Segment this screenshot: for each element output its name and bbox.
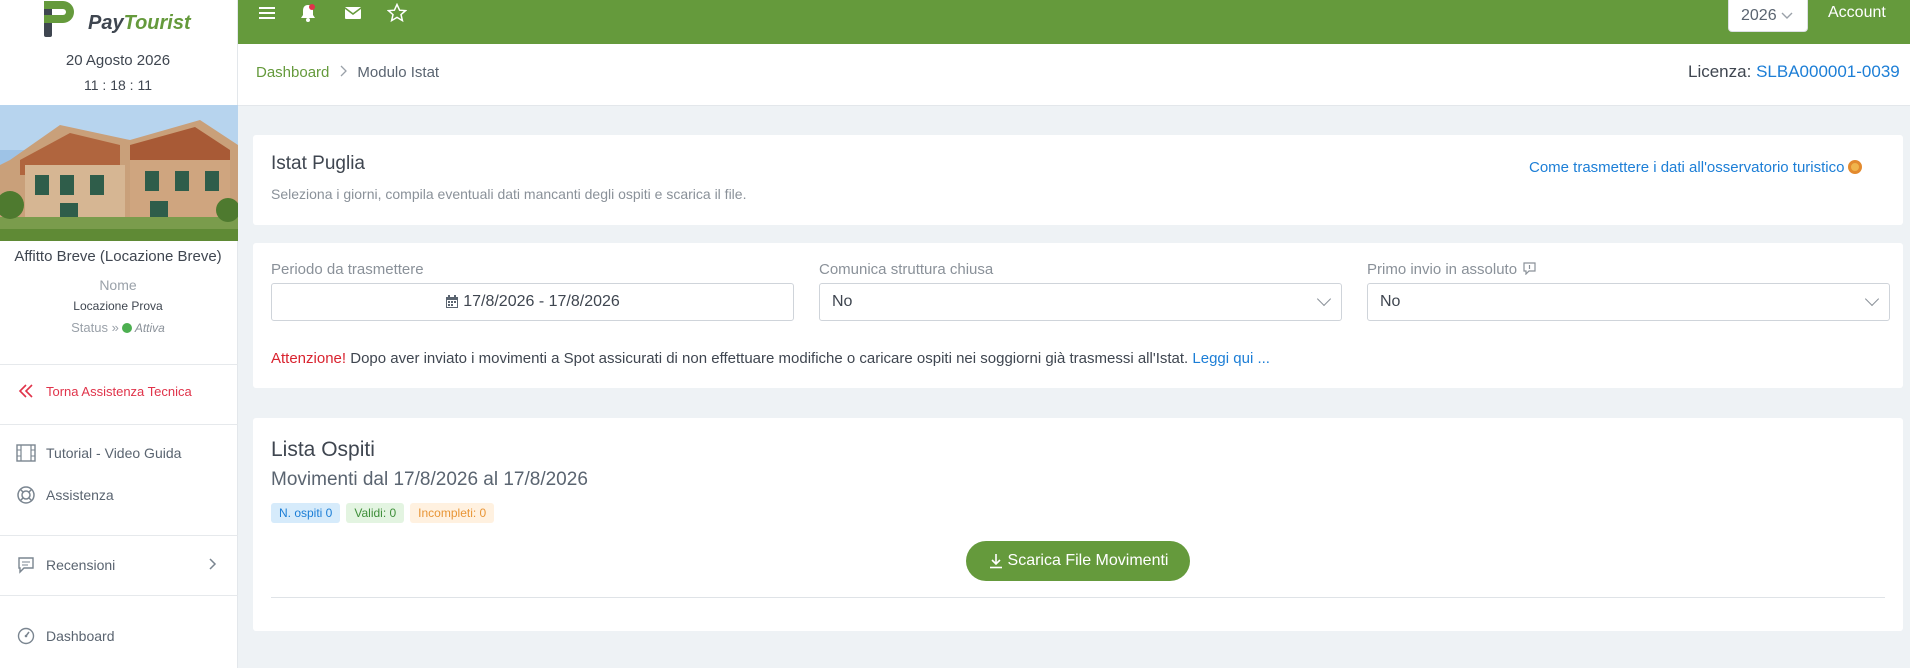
breadcrumb-current: Modulo Istat bbox=[357, 64, 440, 81]
warning-message: Attenzione! Dopo aver inviato i moviment… bbox=[271, 350, 1270, 367]
sidebar-item-label: Recensioni bbox=[46, 557, 116, 573]
validi-count-badge: Validi: 0 bbox=[346, 503, 405, 523]
chiusa-label: Comunica struttura chiusa bbox=[819, 261, 994, 278]
double-chevron-left-icon bbox=[15, 380, 37, 402]
sidebar-item-label: Tutorial - Video Guida bbox=[46, 445, 182, 461]
form-card: Periodo da trasmettere 17/8/2026 - 17/8/… bbox=[253, 243, 1903, 388]
film-icon bbox=[15, 442, 37, 464]
warning-prefix: Attenzione! bbox=[271, 350, 347, 367]
divider bbox=[0, 424, 238, 425]
primo-invio-label-text: Primo invio in assoluto bbox=[1367, 261, 1518, 278]
status-label: Status » bbox=[71, 320, 119, 335]
logo[interactable]: PayTourist bbox=[40, 0, 191, 40]
property-photo bbox=[0, 105, 238, 241]
dashboard-gauge-icon bbox=[15, 625, 37, 647]
sidebar-item-label: Dashboard bbox=[46, 628, 115, 644]
menu-icon[interactable] bbox=[256, 0, 278, 26]
current-date: 20 Agosto 2026 bbox=[65, 52, 171, 69]
lista-subtitle: Movimenti dal 17/8/2026 al 17/8/2026 bbox=[271, 469, 588, 490]
sidebar-item-tutorial[interactable]: Tutorial - Video Guida bbox=[15, 439, 181, 467]
primo-invio-label: Primo invio in assoluto bbox=[1367, 261, 1536, 279]
status-value: Attiva bbox=[134, 321, 165, 335]
mail-icon[interactable] bbox=[342, 0, 364, 26]
sidebar-item-label: Assistenza bbox=[46, 487, 114, 503]
istat-subtitle: Seleziona i giorni, compila eventuali da… bbox=[271, 186, 747, 202]
sidebar-item-recensioni[interactable]: Recensioni bbox=[15, 551, 227, 579]
chevron-down-icon bbox=[1316, 291, 1332, 307]
download-movimenti-button[interactable]: Scarica File Movimenti bbox=[966, 541, 1190, 581]
comment-icon bbox=[15, 554, 37, 576]
lifebuoy-icon bbox=[15, 484, 37, 506]
year-select[interactable]: 2026 bbox=[1728, 0, 1808, 32]
divider bbox=[0, 595, 238, 596]
chiusa-value: No bbox=[832, 293, 853, 310]
sidebar-item-dashboard[interactable]: Dashboard bbox=[15, 622, 115, 650]
periodo-label: Periodo da trasmettere bbox=[271, 261, 424, 278]
periodo-value: 17/8/2026 - 17/8/2026 bbox=[463, 293, 620, 310]
leggi-qui-link[interactable]: Leggi qui ... bbox=[1192, 350, 1270, 367]
info-comment-icon[interactable] bbox=[1523, 262, 1536, 279]
sidebar-item-torna-assistenza[interactable]: Torna Assistenza Tecnica bbox=[15, 377, 192, 405]
lifebuoy-icon bbox=[1848, 160, 1863, 174]
breadcrumb-dashboard-link[interactable]: Dashboard bbox=[256, 64, 329, 81]
primo-invio-select[interactable]: No bbox=[1367, 283, 1890, 321]
property-type: Affitto Breve (Locazione Breve) bbox=[14, 248, 222, 265]
logo-mark-icon bbox=[40, 1, 80, 39]
current-time: 11 : 18 : 11 bbox=[84, 77, 152, 93]
account-menu[interactable]: Account bbox=[1828, 4, 1886, 22]
licenza-code[interactable]: SLBA000001-0039 bbox=[1756, 62, 1900, 81]
year-value: 2026 bbox=[1741, 6, 1777, 24]
chevron-right-icon bbox=[207, 557, 217, 573]
chiusa-select[interactable]: No bbox=[819, 283, 1342, 321]
divider bbox=[0, 364, 238, 365]
periodo-date-range-input[interactable]: 17/8/2026 - 17/8/2026 bbox=[271, 283, 794, 321]
lista-title: Lista Ospiti bbox=[271, 438, 375, 461]
status-dot-icon bbox=[121, 323, 132, 333]
status-line: Status » Attiva bbox=[0, 320, 236, 335]
incompleti-count-badge: Incompleti: 0 bbox=[410, 503, 495, 523]
logo-text: PayTourist bbox=[88, 11, 191, 34]
divider bbox=[271, 597, 1885, 598]
lista-ospiti-card: Lista Ospiti Movimenti dal 17/8/2026 al … bbox=[253, 418, 1903, 631]
sidebar-item-label: Torna Assistenza Tecnica bbox=[46, 383, 192, 399]
help-link[interactable]: Come trasmettere i dati all'osservatorio… bbox=[1529, 159, 1863, 176]
help-link-text: Come trasmettere i dati all'osservatorio… bbox=[1529, 159, 1845, 176]
download-icon bbox=[988, 553, 1004, 569]
bell-icon[interactable] bbox=[297, 0, 319, 26]
star-icon[interactable] bbox=[386, 0, 408, 26]
primo-invio-value: No bbox=[1380, 293, 1401, 310]
badges: N. ospiti 0 Validi: 0 Incompleti: 0 bbox=[271, 503, 495, 523]
calendar-icon bbox=[445, 295, 459, 309]
name-label: Nome bbox=[99, 277, 137, 293]
warning-text: Dopo aver inviato i movimenti a Spot ass… bbox=[346, 350, 1193, 367]
sidebar: PayTourist 20 Agosto 2026 11 : 18 : 11 A bbox=[0, 0, 238, 668]
licenza-label: Licenza: bbox=[1688, 62, 1752, 81]
name-value: Locazione Prova bbox=[73, 299, 163, 313]
istat-card: Istat Puglia Seleziona i giorni, compila… bbox=[253, 135, 1903, 225]
top-bar: 2026 Account bbox=[238, 0, 1910, 44]
chevron-right-icon bbox=[339, 65, 348, 80]
licenza: Licenza: SLBA000001-0039 bbox=[1688, 62, 1900, 82]
chevron-down-icon bbox=[1864, 291, 1880, 307]
sidebar-item-assistenza[interactable]: Assistenza bbox=[15, 481, 114, 509]
ospiti-count-badge: N. ospiti 0 bbox=[271, 503, 341, 523]
divider bbox=[0, 535, 238, 536]
download-button-label: Scarica File Movimenti bbox=[1007, 552, 1169, 569]
breadcrumb: Dashboard Modulo Istat bbox=[256, 64, 439, 81]
istat-title: Istat Puglia bbox=[271, 153, 365, 174]
page-header: Dashboard Modulo Istat Licenza: SLBA0000… bbox=[238, 44, 1910, 106]
chevron-down-icon bbox=[1781, 9, 1793, 23]
